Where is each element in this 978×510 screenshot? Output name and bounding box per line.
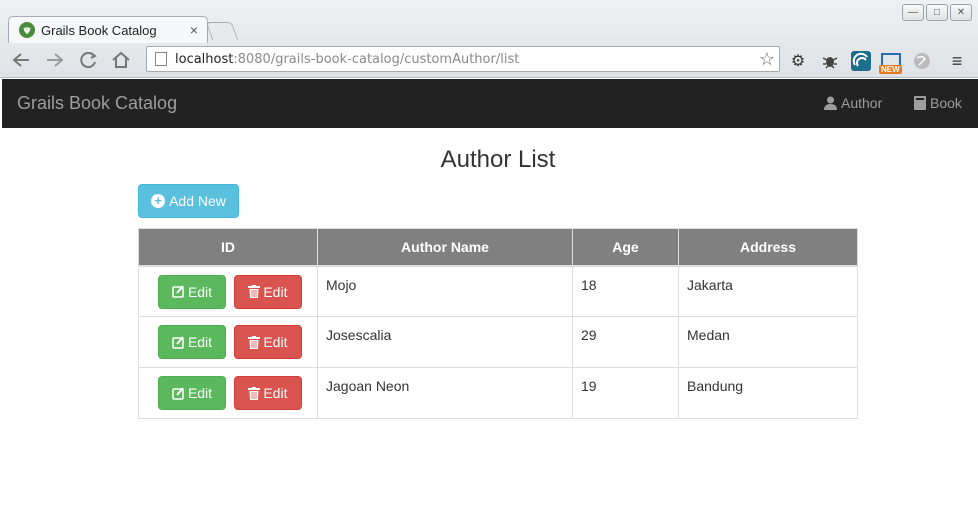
trash-icon <box>248 386 261 400</box>
edit-label: Edit <box>187 283 213 300</box>
home-icon[interactable] <box>108 48 134 72</box>
address-cell: Bandung <box>678 367 858 419</box>
tab-strip: Grails Book Catalog × — □ ✕ <box>0 0 978 43</box>
author-name-cell: Jagoan Neon <box>317 367 573 419</box>
back-icon[interactable] <box>8 48 34 72</box>
delete-button[interactable]: Edit <box>233 325 302 359</box>
age-cell: 29 <box>572 316 679 368</box>
delete-label: Edit <box>263 283 288 300</box>
actions-cell: Edit Edit <box>138 316 318 368</box>
address-bar[interactable]: localhost:8080/grails-book-catalog/custo… <box>146 46 780 72</box>
window-controls: — □ ✕ <box>902 4 972 21</box>
add-new-button[interactable]: + Add New <box>138 184 239 218</box>
author-table: ID Author Name Age Address Edit Edit Moj… <box>138 228 858 419</box>
maximize-icon[interactable]: □ <box>926 4 948 21</box>
page-title: Author List <box>440 146 556 173</box>
browser-toolbar: localhost:8080/grails-book-catalog/custo… <box>0 42 978 78</box>
delete-label: Edit <box>263 334 288 350</box>
bug-icon[interactable] <box>819 50 841 72</box>
table-row: Edit Edit Josescalia 29 Medan <box>138 316 858 368</box>
edit-button[interactable]: Edit <box>158 376 226 410</box>
reload-icon[interactable] <box>76 48 102 72</box>
address-cell: Medan <box>678 316 858 368</box>
edit-button[interactable]: Edit <box>158 274 226 309</box>
brand-title[interactable]: Grails Book Catalog <box>17 93 177 114</box>
edit-icon <box>172 335 184 349</box>
nav-link-label: Author <box>841 95 883 111</box>
add-new-label: Add New <box>169 193 226 209</box>
actions-cell: Edit Edit <box>138 367 318 419</box>
book-icon <box>914 96 926 110</box>
browser-tab[interactable]: Grails Book Catalog × <box>8 16 208 43</box>
delete-label: Edit <box>263 385 288 401</box>
trash-icon <box>248 285 261 298</box>
page-icon <box>155 52 167 66</box>
grails-favicon-icon <box>19 22 35 38</box>
edit-label: Edit <box>187 385 213 401</box>
age-cell: 18 <box>572 265 679 317</box>
globe-icon[interactable] <box>911 50 933 72</box>
column-header: Author Name <box>317 228 573 267</box>
tab-close-icon[interactable]: × <box>185 22 203 38</box>
menu-icon[interactable]: ≡ <box>946 50 968 72</box>
address-cell: Jakarta <box>678 265 858 317</box>
tab-title: Grails Book Catalog <box>41 22 157 38</box>
nav-link-label: Book <box>930 95 962 111</box>
column-header: ID <box>138 228 318 267</box>
new-tab-button[interactable] <box>205 22 239 40</box>
new-badge: NEW <box>879 65 902 74</box>
trash-icon <box>248 335 261 349</box>
table-header-row: ID Author Name Age Address <box>138 228 858 267</box>
table-row: Edit Edit Mojo 18 Jakarta <box>138 265 858 317</box>
plus-circle-icon: + <box>151 194 166 208</box>
author-name-cell: Mojo <box>317 265 573 317</box>
app-navbar: Grails Book Catalog Author Book <box>2 79 978 128</box>
delete-button[interactable]: Edit <box>233 274 302 309</box>
actions-cell: Edit Edit <box>138 265 318 317</box>
table-row: Edit Edit Jagoan Neon 19 Bandung <box>138 367 858 419</box>
close-window-icon[interactable]: ✕ <box>950 4 972 21</box>
user-icon <box>824 96 837 110</box>
edit-label: Edit <box>187 334 213 350</box>
edit-icon <box>172 285 184 298</box>
nav-link-author[interactable]: Author <box>824 95 882 111</box>
bookmark-star-icon[interactable]: ☆ <box>759 49 775 70</box>
column-header: Age <box>572 228 679 267</box>
gear-icon[interactable]: ⚙ <box>787 50 809 72</box>
edit-button[interactable]: Edit <box>158 325 226 359</box>
edit-icon <box>172 386 184 400</box>
column-header: Address <box>678 228 858 267</box>
author-name-cell: Josescalia <box>317 316 573 368</box>
delete-button[interactable]: Edit <box>233 376 302 410</box>
url-text: localhost:8080/grails-book-catalog/custo… <box>175 51 520 67</box>
minimize-icon[interactable]: — <box>902 4 924 21</box>
nav-link-book[interactable]: Book <box>914 95 962 111</box>
forward-icon[interactable] <box>42 48 68 72</box>
wave-icon[interactable] <box>850 50 872 72</box>
age-cell: 19 <box>572 367 679 419</box>
browser-chrome: Grails Book Catalog × — □ ✕ localhost:80… <box>0 0 978 78</box>
